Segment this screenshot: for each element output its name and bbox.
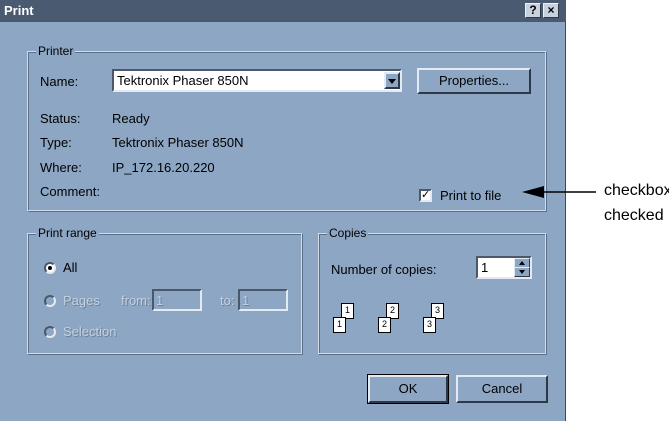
copies-legend: Copies: [327, 226, 369, 240]
from-input[interactable]: 1: [152, 289, 202, 311]
check-mark-icon: ✓: [421, 189, 431, 201]
ok-button[interactable]: OK: [367, 374, 449, 404]
properties-button[interactable]: Properties...: [417, 68, 531, 94]
printer-name-value: Tektronix Phaser 850N: [117, 73, 249, 88]
collate-illustration: 1 1 2 2 3 3: [331, 300, 471, 340]
arrow-up-icon: [519, 261, 525, 265]
print-to-file-label[interactable]: Print to file: [440, 188, 501, 203]
status-label: Status:: [40, 111, 81, 126]
type-value: Tektronix Phaser 850N: [112, 135, 244, 150]
to-input[interactable]: 1: [238, 289, 288, 311]
annotation-line-1: checkbox: [604, 182, 669, 199]
type-label: Type:: [40, 135, 72, 150]
collate-page: 3: [423, 317, 436, 333]
dialog-title: Print: [4, 3, 34, 18]
to-label: to:: [220, 293, 235, 308]
printer-name-select[interactable]: Tektronix Phaser 850N: [112, 69, 402, 92]
printer-legend: Printer: [36, 44, 76, 58]
annotation-arrow-icon: [522, 186, 596, 198]
close-button[interactable]: ×: [543, 3, 559, 18]
radio-selected-dot: [48, 266, 52, 270]
all-radio[interactable]: [44, 262, 56, 274]
pages-radio[interactable]: [44, 295, 56, 307]
all-label[interactable]: All: [63, 260, 77, 275]
printer-dropdown-button[interactable]: [384, 72, 400, 89]
copies-value: 1: [481, 260, 489, 275]
print-dialog: Print ? × Printer Name: Tektronix Phaser…: [0, 0, 566, 421]
spin-down-button[interactable]: [514, 267, 530, 277]
selection-label: Selection: [63, 324, 117, 339]
copies-spinner[interactable]: 1: [476, 256, 532, 279]
cancel-button[interactable]: Cancel: [456, 375, 548, 403]
name-label: Name:: [40, 74, 79, 89]
where-value: IP_172.16.20.220: [112, 160, 215, 175]
selection-radio[interactable]: [44, 326, 56, 338]
chevron-down-icon: [388, 79, 396, 84]
number-of-copies-label: Number of copies:: [331, 262, 437, 277]
print-range-legend: Print range: [36, 226, 99, 240]
annotation-line-2: checked: [604, 207, 664, 224]
where-label: Where:: [40, 160, 82, 175]
status-value: Ready: [112, 111, 150, 126]
collate-page: 2: [378, 317, 391, 333]
arrow-down-icon: [519, 270, 525, 274]
comment-label: Comment:: [40, 184, 100, 199]
help-button[interactable]: ?: [525, 3, 541, 18]
collate-page: 1: [333, 317, 346, 333]
pages-label: Pages: [63, 293, 100, 308]
title-bar[interactable]: Print ? ×: [0, 0, 566, 22]
print-to-file-checkbox[interactable]: ✓: [419, 189, 432, 202]
from-label: from:: [121, 293, 151, 308]
to-value: 1: [242, 293, 250, 308]
from-value: 1: [156, 293, 164, 308]
